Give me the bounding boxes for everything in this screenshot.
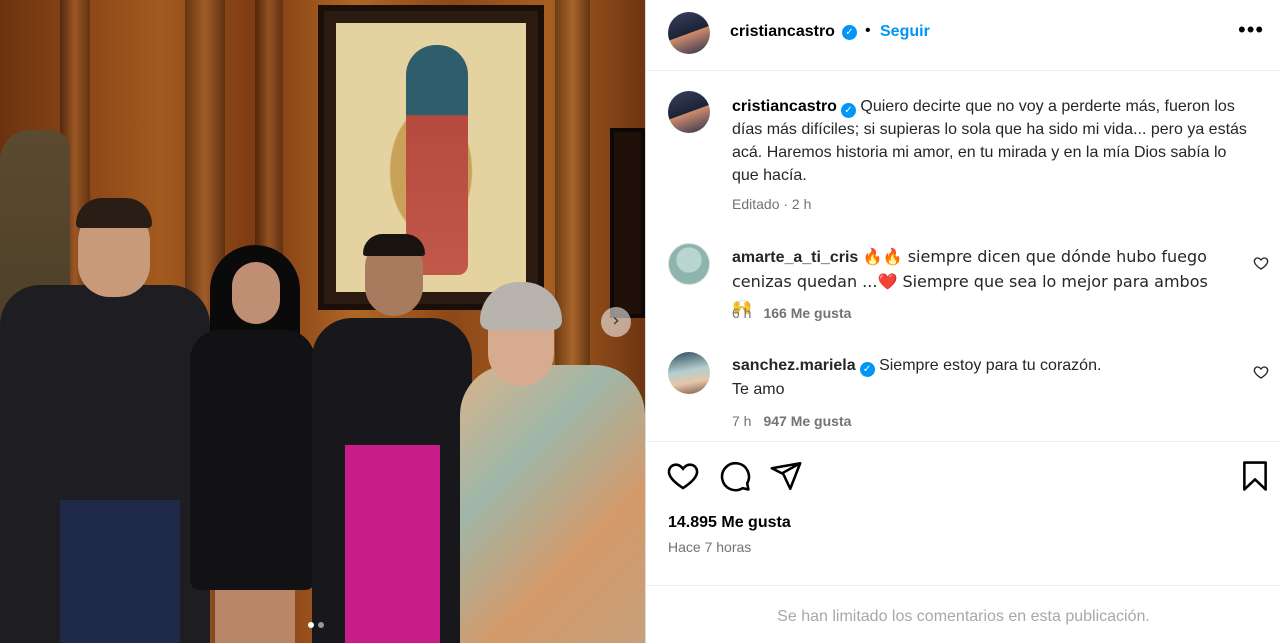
like-comment-heart-icon[interactable] xyxy=(1253,255,1269,271)
comment-body: Siempre estoy para tu corazón. xyxy=(879,357,1102,374)
verified-badge-icon: ✓ xyxy=(842,25,857,40)
person-3-sash xyxy=(345,445,440,643)
side-frame xyxy=(610,128,645,318)
verified-badge-icon: ✓ xyxy=(840,103,856,118)
commenter-username[interactable]: amarte_a_ti_cris xyxy=(732,249,858,266)
commenter-avatar[interactable] xyxy=(668,243,710,285)
comments-limited-bar: Se han limitado los comentarios en esta … xyxy=(646,585,1280,643)
comment-time: 6 h xyxy=(732,305,752,321)
more-options-icon[interactable]: ••• xyxy=(1238,19,1264,41)
carousel-dot xyxy=(318,622,324,628)
heart-emoji-icon: ❤️ xyxy=(877,272,898,291)
follow-button[interactable]: Seguir xyxy=(880,23,930,41)
person-1-pants xyxy=(60,500,180,643)
comment-likes[interactable]: 166 Me gusta xyxy=(763,305,851,321)
post-actions-bar xyxy=(646,455,1280,495)
carousel-dot-active xyxy=(308,622,314,628)
comment-meta: 6 h 166 Me gusta xyxy=(732,305,851,321)
save-bookmark-icon[interactable] xyxy=(1238,459,1272,493)
post-details-panel: cristiancastro ✓ • Seguir ••• cristianca… xyxy=(645,0,1280,643)
post-image[interactable]: › xyxy=(0,0,645,643)
person-3-hair xyxy=(363,234,425,256)
commenter-username[interactable]: sanchez.mariela xyxy=(732,357,856,374)
comment-bubble-icon[interactable] xyxy=(718,459,752,493)
person-4-dress xyxy=(460,365,645,643)
like-heart-icon[interactable] xyxy=(666,459,700,493)
share-send-icon[interactable] xyxy=(769,459,803,493)
comment-body-line2: Te amo xyxy=(732,381,785,398)
author-username[interactable]: cristiancastro xyxy=(730,23,835,41)
commenter-avatar[interactable] xyxy=(668,352,710,394)
comment-likes[interactable]: 947 Me gusta xyxy=(763,413,851,429)
author-avatar[interactable] xyxy=(668,12,710,54)
carousel-dots xyxy=(308,622,324,628)
comment-text: sanchez.mariela ✓ Siempre estoy para tu c… xyxy=(732,354,1222,402)
person-2-legs xyxy=(215,590,295,643)
likes-count[interactable]: 14.895 Me gusta xyxy=(668,514,791,532)
caption-username[interactable]: cristiancastro xyxy=(732,98,837,115)
section-divider xyxy=(646,441,1280,442)
comments-limited-notice: Se han limitado los comentarios en esta … xyxy=(777,608,1150,625)
caption-meta: Editado · 2 h xyxy=(732,196,812,212)
post-caption: cristiancastro ✓ Quiero decirte que no vo… xyxy=(732,95,1252,187)
person-2-dress xyxy=(190,330,315,590)
separator-dot: • xyxy=(865,22,871,39)
caption-author-avatar[interactable] xyxy=(668,91,710,133)
comment-meta: 7 h 947 Me gusta xyxy=(732,413,851,429)
verified-badge-icon: ✓ xyxy=(859,362,875,377)
comment-time: 7 h xyxy=(732,413,752,429)
painting-frame xyxy=(318,5,544,310)
like-comment-heart-icon[interactable] xyxy=(1253,364,1269,380)
post-time: Hace 7 horas xyxy=(668,539,752,555)
person-1-hair xyxy=(76,198,152,228)
post-header: cristiancastro ✓ • Seguir ••• xyxy=(646,0,1280,71)
person-2-face xyxy=(232,262,280,324)
carousel-next-button[interactable]: › xyxy=(601,307,631,337)
